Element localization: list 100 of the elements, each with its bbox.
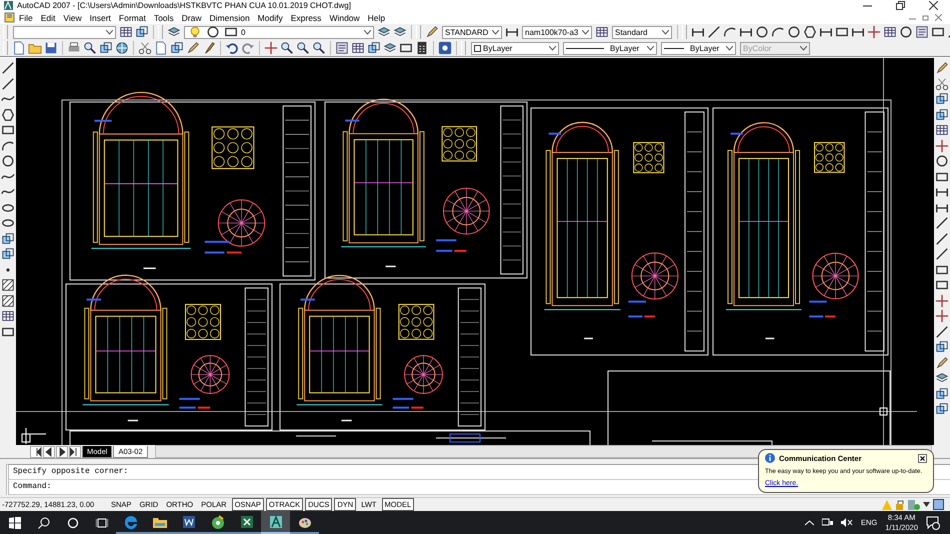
scissors-icon[interactable] <box>935 76 949 90</box>
pencil-icon[interactable] <box>935 61 949 75</box>
rectangle-icon[interactable] <box>224 25 238 39</box>
rectangle-icon[interactable] <box>931 25 945 39</box>
document-icon[interactable] <box>4 12 15 24</box>
magnifier-icon[interactable] <box>280 41 294 55</box>
line-icon[interactable] <box>1 61 15 75</box>
circle-icon[interactable] <box>935 154 949 168</box>
line-icon[interactable] <box>935 216 949 230</box>
scissors-icon[interactable] <box>138 41 152 55</box>
new-page-icon[interactable] <box>154 41 168 55</box>
start-icon[interactable] <box>8 516 20 528</box>
menu-item[interactable]: Format <box>114 12 150 23</box>
layers-icon[interactable] <box>383 41 397 55</box>
properties-icon[interactable] <box>915 25 929 39</box>
chevron-up-icon[interactable] <box>804 520 814 526</box>
line-icon[interactable] <box>935 232 949 246</box>
circle-icon[interactable] <box>787 25 801 39</box>
move-icon[interactable] <box>935 309 949 323</box>
tab-navigation-icon[interactable] <box>56 446 68 458</box>
rectangle-icon[interactable] <box>399 41 413 55</box>
menu-item[interactable]: View <box>59 12 86 23</box>
polygon-icon[interactable] <box>1 108 15 122</box>
layers-icon[interactable] <box>377 25 391 39</box>
polygon-icon[interactable] <box>803 25 817 39</box>
pencil-icon[interactable] <box>935 356 949 370</box>
task-view-icon[interactable] <box>96 516 108 528</box>
tab-navigation-icon[interactable] <box>69 446 81 458</box>
ring-icon[interactable] <box>66 516 78 528</box>
color-dropdown[interactable]: ByLayer <box>471 42 559 54</box>
menu-item[interactable]: Help <box>364 12 390 23</box>
properties-icon[interactable] <box>335 41 349 55</box>
menu-item[interactable]: Draw <box>178 12 206 23</box>
move-icon[interactable] <box>264 41 278 55</box>
layers-icon[interactable] <box>167 25 181 39</box>
block-icon[interactable] <box>367 41 381 55</box>
hatch-icon[interactable] <box>1 294 15 308</box>
block-icon[interactable] <box>1 232 15 246</box>
menu-item[interactable]: Tools <box>150 12 178 23</box>
muted-speaker-icon[interactable] <box>840 518 853 527</box>
table-icon[interactable] <box>1 309 15 323</box>
pencil-icon[interactable] <box>186 41 200 55</box>
block-icon[interactable] <box>935 108 949 122</box>
dimension-style-dropdown[interactable]: nam100k70-a3 <box>522 26 592 38</box>
table-icon[interactable] <box>119 25 133 39</box>
restore-icon[interactable] <box>896 1 905 10</box>
search-icon[interactable] <box>38 516 50 528</box>
block-icon[interactable] <box>935 340 949 354</box>
menu-item[interactable]: File <box>15 12 37 23</box>
linetype-dropdown[interactable]: ByLayer <box>563 42 657 54</box>
move-icon[interactable] <box>935 138 949 152</box>
clean-screen-icon[interactable] <box>933 499 944 510</box>
block-icon[interactable] <box>1 247 15 261</box>
network-icon[interactable] <box>822 518 833 527</box>
text-style-dropdown[interactable]: STANDARD <box>442 26 502 38</box>
close-icon[interactable] <box>929 1 938 10</box>
calculator-icon[interactable] <box>415 41 429 55</box>
table-icon[interactable] <box>935 123 949 137</box>
undo-arrow-icon[interactable] <box>225 41 239 55</box>
save-icon[interactable] <box>44 41 58 55</box>
arc-icon[interactable] <box>723 25 737 39</box>
layer-dropdown[interactable]: 0 <box>184 26 374 38</box>
menu-item[interactable]: Insert <box>86 12 115 23</box>
arc-icon[interactable] <box>1 138 15 152</box>
tab-navigation-icon[interactable] <box>30 446 42 458</box>
circle-icon[interactable] <box>755 25 769 39</box>
new-page-icon[interactable] <box>12 41 26 55</box>
block-icon[interactable] <box>935 402 949 416</box>
table-icon[interactable] <box>595 25 609 39</box>
move-icon[interactable] <box>935 294 949 308</box>
move-icon[interactable] <box>867 25 881 39</box>
globe-icon[interactable] <box>115 41 129 55</box>
help-icon[interactable] <box>438 41 452 55</box>
lineweight-dropdown[interactable]: ByLayer <box>661 42 736 54</box>
block-icon[interactable] <box>935 92 949 106</box>
table-icon[interactable] <box>351 41 365 55</box>
circle-icon[interactable] <box>899 25 913 39</box>
menu-item[interactable]: Express <box>286 12 326 23</box>
block-icon[interactable] <box>170 41 184 55</box>
line-icon[interactable] <box>707 25 721 39</box>
menu-item[interactable]: Dimension <box>206 12 254 23</box>
menu-item[interactable]: Window <box>325 12 364 23</box>
arc-icon[interactable] <box>771 25 785 39</box>
folder-icon[interactable] <box>28 41 42 55</box>
magnifier-icon[interactable] <box>83 41 97 55</box>
line-icon[interactable] <box>935 324 949 338</box>
table-icon[interactable] <box>883 25 897 39</box>
rectangle-icon[interactable] <box>835 25 849 39</box>
layers-icon[interactable] <box>393 25 407 39</box>
circle-icon[interactable] <box>1 154 15 168</box>
line-icon[interactable] <box>1 76 15 90</box>
menu-item[interactable]: Modify <box>254 12 287 23</box>
rectangle-icon[interactable] <box>935 278 949 292</box>
lock-icon[interactable] <box>895 500 905 510</box>
hatch-icon[interactable] <box>1 278 15 292</box>
line-icon[interactable] <box>935 247 949 261</box>
magnifier-icon[interactable] <box>312 41 326 55</box>
block-icon[interactable] <box>935 386 949 400</box>
rectangle-icon[interactable] <box>1 123 15 137</box>
magnifier-icon[interactable] <box>296 41 310 55</box>
